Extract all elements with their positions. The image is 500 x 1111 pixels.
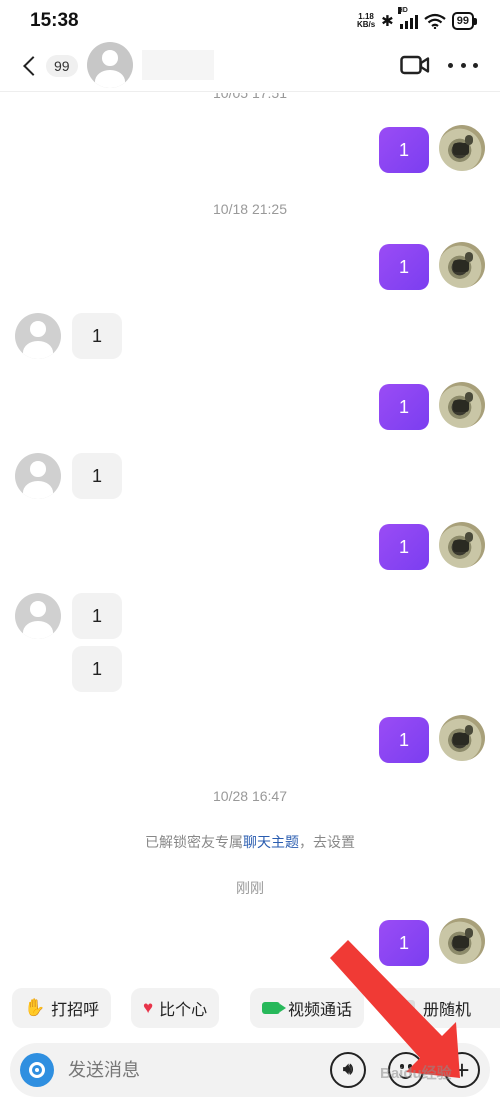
video-icon: [262, 1002, 286, 1014]
cellular-signal-icon: HD: [397, 7, 418, 29]
network-speed: 1.18 KB/s: [357, 13, 375, 29]
message-timestamp: 10/28 16:47: [213, 788, 287, 804]
outgoing-message-bubble[interactable]: 1: [379, 717, 429, 763]
contact-avatar[interactable]: [87, 42, 133, 88]
back-button[interactable]: 99: [20, 50, 80, 82]
my-avatar[interactable]: [439, 382, 485, 428]
quick-reply-label: 打招呼: [51, 1002, 100, 1019]
quick-reply-random[interactable]: 册随机: [387, 988, 500, 1028]
my-avatar[interactable]: [439, 242, 485, 288]
quick-reply-greet[interactable]: ✋ 打招呼: [12, 988, 112, 1028]
outgoing-message-bubble[interactable]: 1: [379, 524, 429, 570]
chat-header: 99: [0, 40, 500, 92]
my-avatar[interactable]: [439, 522, 485, 568]
message-timestamp: 刚刚: [236, 880, 264, 896]
chat-theme-link[interactable]: 聊天主题: [243, 834, 299, 850]
video-call-icon[interactable]: [400, 53, 430, 77]
quick-reply-heart[interactable]: ♥ 比个心: [131, 988, 220, 1028]
hd-label: HD: [397, 7, 408, 14]
quick-reply-video-call[interactable]: 视频通话: [250, 988, 365, 1028]
contact-name[interactable]: [142, 50, 214, 80]
notice-prefix: 已解锁密友专属: [145, 834, 243, 850]
dice-icon: [399, 1000, 415, 1016]
my-avatar[interactable]: [439, 715, 485, 761]
dot-icon: [460, 62, 466, 68]
bluetooth-icon: ✱: [381, 13, 394, 30]
contact-avatar[interactable]: [15, 453, 61, 499]
quick-reply-label: 比个心: [159, 1002, 208, 1019]
quick-reply-bar[interactable]: ✋ 打招呼 ♥ 比个心 视频通话 册随机: [0, 988, 500, 1030]
camera-icon: [29, 1062, 45, 1078]
message-timestamp: 10/18 21:25: [213, 201, 287, 217]
chat-theme-notice: 已解锁密友专属聊天主题，去设置: [0, 832, 500, 852]
status-bar: 15:38 1.18 KB/s ✱ HD 99: [0, 0, 500, 40]
quick-reply-label: 视频通话: [288, 1002, 353, 1019]
quick-reply-label: 册随机: [423, 1002, 472, 1019]
contact-avatar[interactable]: [15, 593, 61, 639]
dot-icon: [473, 62, 478, 68]
outgoing-message-bubble[interactable]: 1: [379, 920, 429, 966]
battery-indicator: 99: [451, 12, 478, 30]
more-options-button[interactable]: [448, 53, 478, 77]
network-speed-unit: KB/s: [356, 20, 376, 29]
incoming-message-bubble[interactable]: 1: [72, 313, 122, 359]
voice-wave-icon: 🔊︎: [342, 1061, 354, 1078]
my-avatar[interactable]: [439, 918, 485, 964]
status-icons: 1.18 KB/s ✱ HD 99: [357, 7, 478, 30]
incoming-message-bubble[interactable]: 1: [72, 453, 122, 499]
wifi-icon: [424, 13, 446, 29]
outgoing-message-bubble[interactable]: 1: [379, 244, 429, 290]
my-avatar[interactable]: [439, 125, 485, 171]
dot-icon: [448, 62, 453, 68]
unread-count-badge: 99: [46, 55, 78, 77]
contact-avatar[interactable]: [15, 313, 61, 359]
notice-suffix[interactable]: ，去设置: [299, 834, 355, 850]
heart-icon: ♥: [143, 998, 154, 1017]
camera-button[interactable]: [20, 1053, 54, 1087]
message-list[interactable]: 10/05 17:51 1 10/18 21:25 1 1 1 1 1 1 1 …: [0, 93, 500, 983]
status-time: 15:38: [30, 10, 79, 31]
wave-icon: ✋: [24, 998, 46, 1017]
outgoing-message-bubble[interactable]: 1: [379, 127, 429, 173]
incoming-message-bubble[interactable]: 1: [72, 646, 122, 692]
outgoing-message-bubble[interactable]: 1: [379, 384, 429, 430]
chevron-left-icon: [23, 56, 43, 76]
voice-button[interactable]: 🔊︎: [330, 1052, 366, 1088]
plus-icon: +: [454, 1055, 470, 1085]
message-timestamp: 10/05 17:51: [213, 93, 287, 101]
incoming-message-bubble[interactable]: 1: [72, 593, 122, 639]
watermark-logo: Baidu经验: [380, 1065, 452, 1082]
message-input[interactable]: [68, 1057, 318, 1083]
